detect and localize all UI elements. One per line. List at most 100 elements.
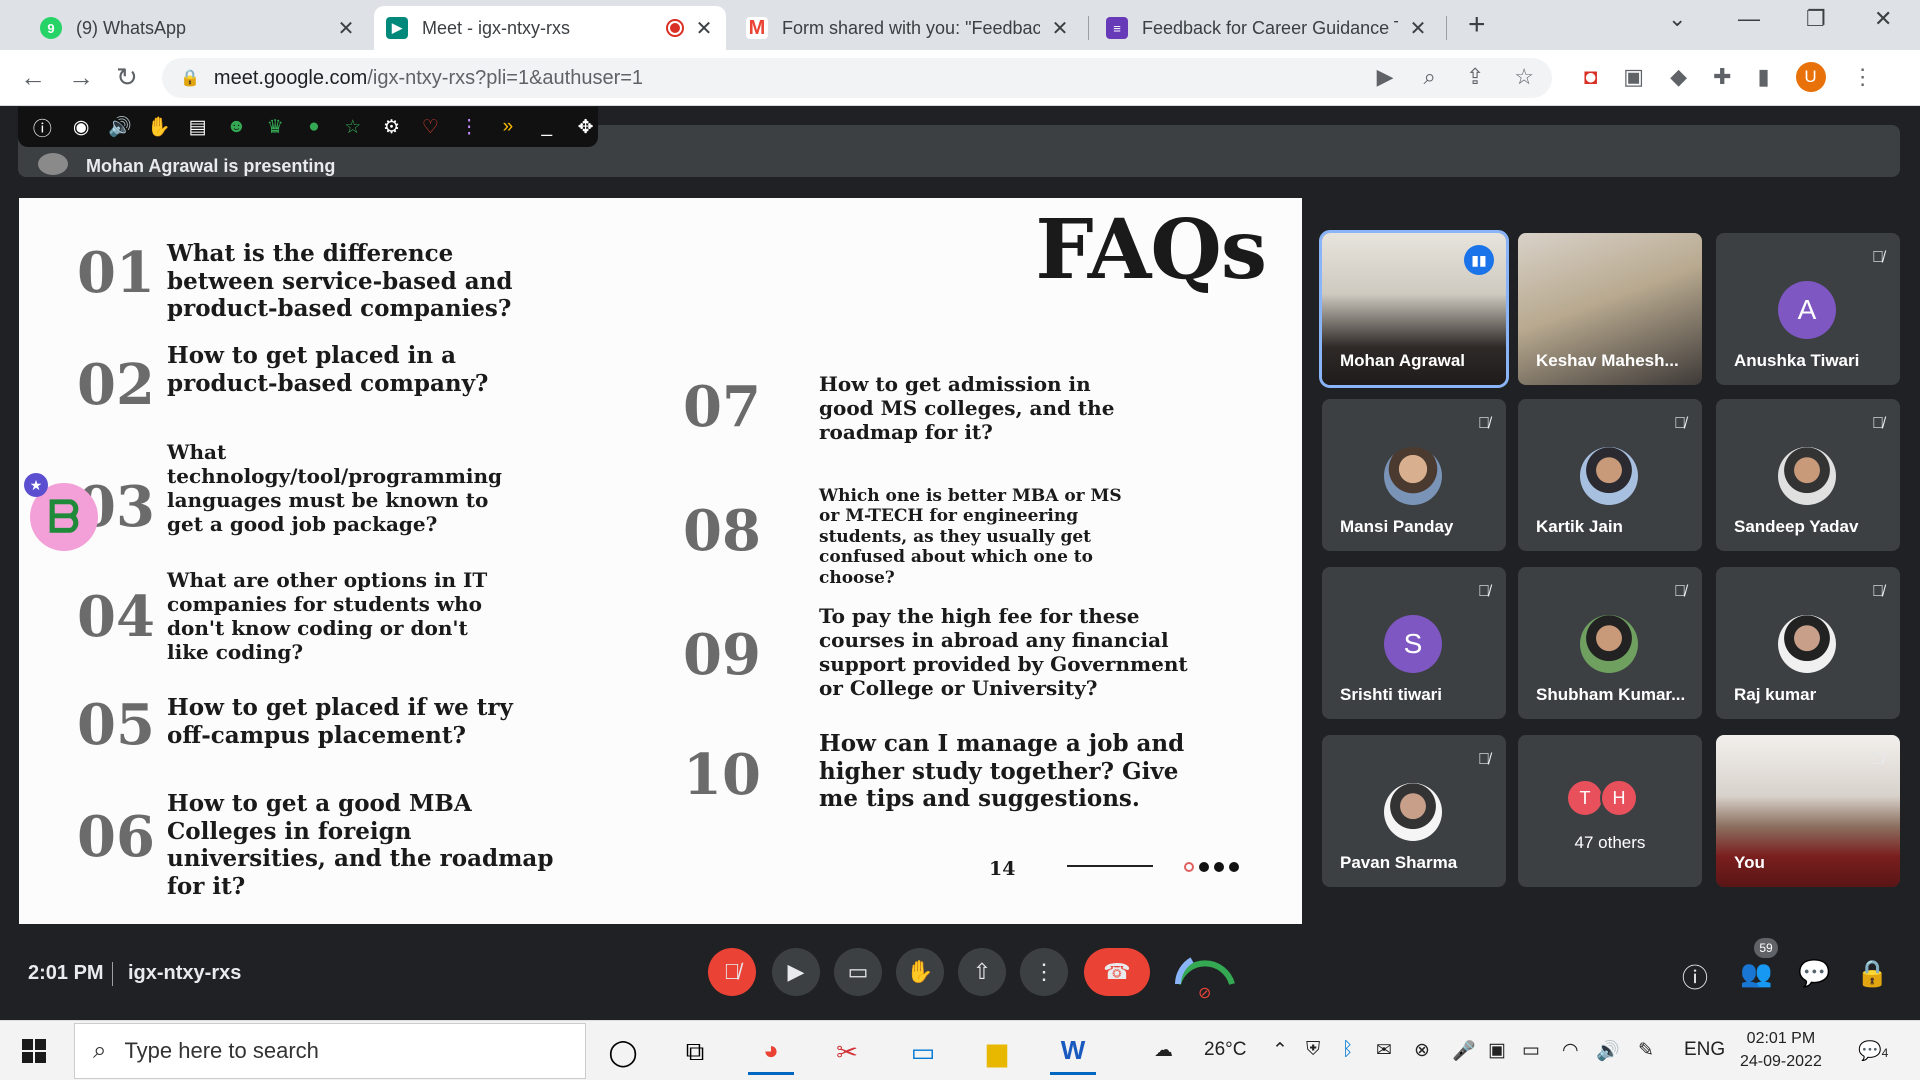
extension-icon[interactable]: ◘ — [1584, 64, 1597, 90]
microphone-icon[interactable]: 🎤 — [1452, 1039, 1476, 1063]
snipping-tool-icon[interactable]: ✂ — [824, 1029, 870, 1075]
extension-icon[interactable]: ◆ — [1670, 64, 1687, 90]
more-options-button[interactable]: ⋮ — [1020, 948, 1068, 996]
participant-tile[interactable]: 🎙̸ You — [1716, 735, 1900, 887]
participant-tile[interactable]: Keshav Mahesh... — [1518, 233, 1702, 385]
side-panel-icon[interactable]: ▮ — [1757, 64, 1769, 90]
award-icon[interactable]: ♛ — [263, 116, 288, 139]
chat-icon[interactable]: 💬 — [1798, 958, 1830, 989]
participant-tile[interactable]: 🎙̸ Raj kumar — [1716, 567, 1900, 719]
leave-call-button[interactable]: ☎ — [1084, 948, 1150, 996]
heart-icon[interactable]: ♡ — [418, 116, 443, 139]
emoji-icon[interactable]: ☻ — [224, 116, 249, 138]
more-icon[interactable]: ⋮ — [457, 116, 482, 139]
tab-whatsapp[interactable]: 9 (9) WhatsApp ✕ — [28, 6, 368, 50]
language-indicator[interactable]: ENG — [1684, 1039, 1725, 1061]
system-clock[interactable]: 02:01 PM 24-09-2022 — [1740, 1027, 1822, 1073]
present-button[interactable]: ⇧ — [958, 948, 1006, 996]
pen-icon[interactable]: ✎ — [1638, 1039, 1654, 1062]
mic-toggle-button[interactable]: 🎙̸ — [708, 948, 756, 996]
present-icon: ⇧ — [972, 959, 992, 984]
windows-start-icon[interactable] — [22, 1039, 46, 1063]
share-icon[interactable]: ⇪ — [1466, 64, 1484, 90]
close-window-icon[interactable]: ✕ — [1874, 6, 1892, 32]
taskbar-search-input[interactable]: ⌕ Type here to search — [74, 1023, 586, 1079]
chrome-icon[interactable]: ◕ — [748, 1029, 794, 1075]
close-icon[interactable]: ✕ — [1408, 16, 1428, 41]
new-tab-button[interactable]: + — [1468, 8, 1486, 42]
participant-tile[interactable]: 🎙̸ Mansi Panday — [1322, 399, 1506, 551]
puzzle-icon[interactable]: ✚ — [1713, 64, 1731, 90]
faq-question: How to get a good MBA Colleges in foreig… — [167, 790, 554, 900]
tab-gmail[interactable]: M Form shared with you: "Feedback ✕ — [734, 6, 1082, 50]
chevron-up-icon[interactable]: ⌃ — [1272, 1039, 1288, 1062]
hand-icon[interactable]: ✋ — [146, 115, 171, 139]
close-icon[interactable]: ✕ — [336, 16, 356, 41]
forward-icon[interactable]: → — [68, 62, 94, 93]
move-icon[interactable]: ✥ — [573, 116, 598, 139]
camera-toggle-button[interactable]: ▶ — [772, 948, 820, 996]
mic-off-icon: 🎙̸ — [1872, 415, 1884, 432]
chat-bubble-icon[interactable]: ● — [302, 116, 327, 138]
star-icon[interactable]: ☆ — [340, 116, 365, 139]
clipboard-icon[interactable]: ▤ — [185, 116, 210, 139]
address-bar[interactable]: 🔒 meet.google.com/igx-ntxy-rxs?pli=1&aut… — [162, 58, 1552, 98]
avatar: S — [1384, 615, 1442, 673]
reload-icon[interactable]: ↻ — [116, 62, 138, 93]
camera-icon[interactable]: ▶ — [1377, 64, 1394, 90]
notification-icon[interactable]: 💬4 — [1858, 1039, 1888, 1063]
captions-button[interactable]: ▭ — [834, 948, 882, 996]
extension-icon[interactable]: ▣ — [1623, 64, 1644, 90]
participant-tile[interactable]: 🎙̸ Kartik Jain — [1518, 399, 1702, 551]
tab-search-icon[interactable]: ⌄ — [1668, 6, 1686, 32]
participant-tile[interactable]: T H 47 others — [1518, 735, 1702, 887]
mail-icon[interactable]: ✉ — [1376, 1039, 1392, 1062]
speaker-icon[interactable]: 🔊 — [108, 115, 133, 139]
file-explorer-icon[interactable]: ▆ — [974, 1029, 1020, 1075]
bookmark-star-icon[interactable]: ☆ — [1514, 64, 1534, 90]
host-controls-icon[interactable]: 🔒 — [1856, 958, 1888, 989]
task-view-icon[interactable]: ⧉ — [672, 1029, 718, 1075]
security-icon[interactable]: ⛨ — [1306, 1039, 1320, 1061]
minimize-icon[interactable]: — — [1738, 6, 1760, 32]
word-icon[interactable]: W — [1050, 1029, 1096, 1075]
weather-icon[interactable]: ☁ — [1154, 1039, 1173, 1062]
network-status-icon[interactable]: ⊗ — [1414, 1039, 1430, 1062]
participant-tile[interactable]: 🎙̸ S Srishti tiwari — [1322, 567, 1506, 719]
bluetooth-icon[interactable]: ᛒ — [1342, 1039, 1353, 1061]
mic-off-icon: 🎙̸ — [1478, 751, 1490, 768]
gear-icon[interactable]: ⚙ — [379, 116, 404, 139]
menu-icon[interactable]: ⋮ — [1852, 64, 1874, 90]
chevron-right-icon[interactable]: » — [496, 116, 521, 138]
close-icon[interactable]: ✕ — [694, 16, 714, 41]
wifi-icon[interactable]: ◠ — [1562, 1039, 1579, 1062]
close-icon[interactable]: ✕ — [1050, 16, 1070, 41]
minimize-icon[interactable]: _ — [534, 116, 559, 138]
profile-avatar[interactable]: U — [1795, 62, 1826, 92]
participant-tile[interactable]: 🎙̸ Shubham Kumar... — [1518, 567, 1702, 719]
meeting-code: igx-ntxy-rxs — [128, 962, 242, 984]
cortana-icon[interactable]: ◯ — [600, 1029, 646, 1075]
participant-tile[interactable]: 🎙̸ Pavan Sharma — [1322, 735, 1506, 887]
raise-hand-button[interactable]: ✋ — [896, 948, 944, 996]
participant-tile[interactable]: ▮▮ Mohan Agrawal — [1319, 230, 1509, 388]
forms-icon: ≡ — [1106, 17, 1128, 39]
back-icon[interactable]: ← — [20, 62, 46, 93]
participant-tile[interactable]: 🎙̸ Sandeep Yadav — [1716, 399, 1900, 551]
tab-meet[interactable]: ▶ Meet - igx-ntxy-rxs ✕ — [374, 6, 726, 50]
people-icon[interactable]: 👥 — [1740, 958, 1772, 989]
volume-icon[interactable]: 🔊 — [1596, 1039, 1620, 1063]
meeting-info-icon[interactable]: ⓘ — [1682, 958, 1708, 995]
computer-icon[interactable]: ▭ — [900, 1029, 946, 1075]
tab-forms[interactable]: ≡ Feedback for Career Guidance Ta ✕ — [1094, 6, 1440, 50]
gauge-icon[interactable]: ⊘ — [1170, 942, 1240, 1002]
participant-tile[interactable]: 🎙̸ A Anushka Tiwari — [1716, 233, 1900, 385]
battery-icon[interactable]: ▭ — [1522, 1039, 1540, 1062]
lock-icon[interactable]: 🔒 — [180, 68, 200, 88]
faq-question: What is the difference between service-b… — [167, 240, 513, 323]
info-icon[interactable]: ⓘ — [30, 114, 55, 141]
display-icon[interactable]: ▣ — [1488, 1039, 1506, 1062]
restore-icon[interactable]: ❐ — [1806, 6, 1826, 32]
eye-icon[interactable]: ◉ — [69, 116, 94, 139]
zoom-icon[interactable]: ⌕ — [1424, 64, 1436, 90]
